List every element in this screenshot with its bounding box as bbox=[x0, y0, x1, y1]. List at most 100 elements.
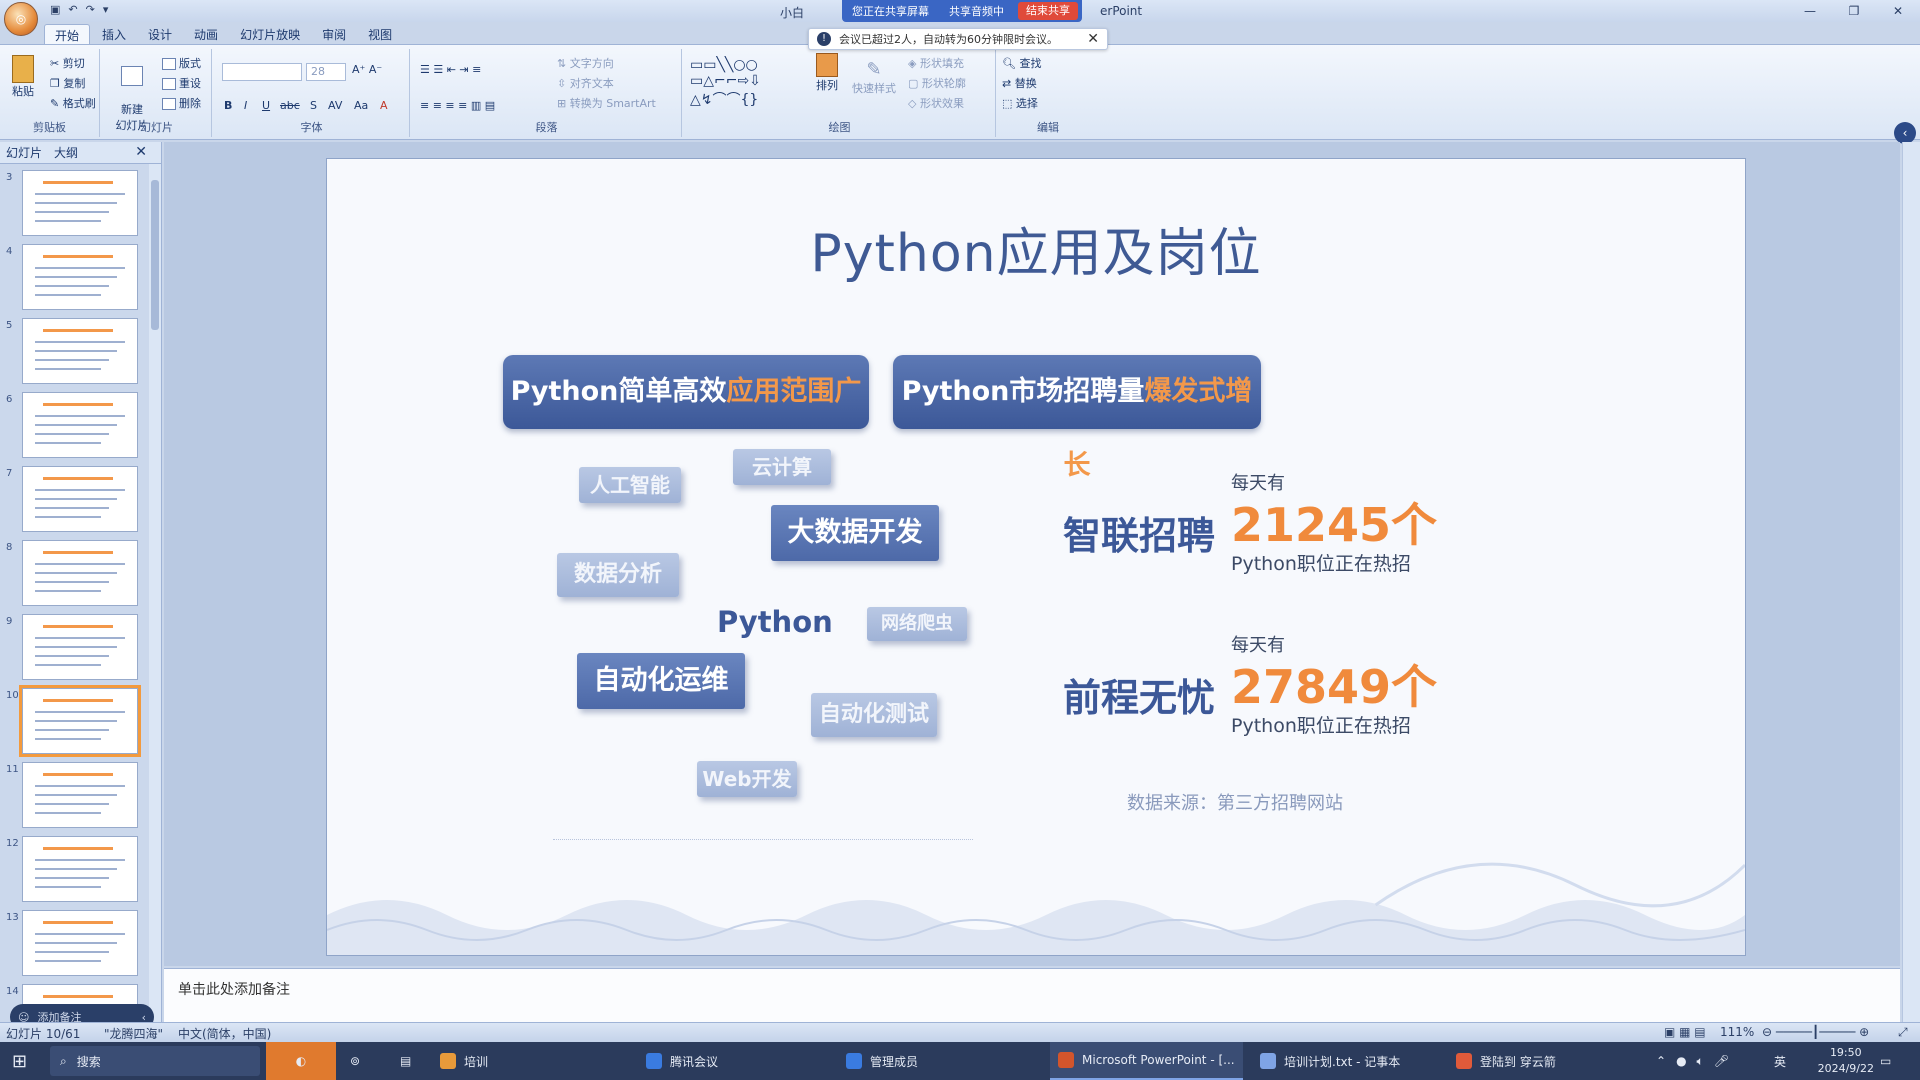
slide-thumbnail-row[interactable]: 4 bbox=[0, 244, 150, 314]
slide-thumbnail[interactable] bbox=[22, 910, 138, 976]
reset-button[interactable]: 重设 bbox=[162, 75, 201, 91]
view-buttons[interactable]: ▣ ▦ ▤ bbox=[1664, 1025, 1706, 1039]
undo-icon[interactable]: ↶ bbox=[68, 3, 77, 16]
network-icon[interactable]: ● bbox=[1676, 1054, 1686, 1068]
font-size-input[interactable]: 28 bbox=[306, 63, 346, 81]
start-button[interactable]: ⊞ bbox=[12, 1042, 27, 1080]
office-button[interactable]: ◎ bbox=[4, 2, 38, 36]
quick-styles-button[interactable]: ✎ 快速样式 bbox=[850, 59, 898, 96]
paste-button[interactable]: 粘贴 bbox=[8, 55, 38, 99]
slide-thumbnail-row[interactable]: 7 bbox=[0, 466, 150, 536]
slide-thumbnail-row[interactable]: 3 bbox=[0, 170, 150, 240]
change-case-button[interactable]: Aa bbox=[354, 99, 368, 112]
cut-button[interactable]: ✂ 剪切 bbox=[50, 55, 85, 71]
customize-qat-icon[interactable]: ▾ bbox=[103, 3, 109, 16]
browser-icon[interactable]: ⊚ bbox=[350, 1042, 360, 1080]
spacing-button[interactable]: AV bbox=[328, 99, 342, 112]
underline-button[interactable]: U bbox=[262, 99, 270, 112]
slide-thumbnail-row[interactable]: 12 bbox=[0, 836, 150, 906]
tab-design[interactable]: 设计 bbox=[138, 24, 182, 46]
panel-close-icon[interactable]: ✕ bbox=[129, 144, 153, 160]
delete-slide-button[interactable]: 删除 bbox=[162, 95, 201, 111]
grow-font-icon[interactable]: A⁺ A⁻ bbox=[352, 63, 382, 76]
mic-icon[interactable]: 🎤︎ bbox=[1714, 1054, 1729, 1068]
notes-pane[interactable]: 单击此处添加备注 bbox=[164, 968, 1900, 1022]
shape-fill-button[interactable]: ◈ 形状填充 bbox=[908, 55, 964, 71]
select-button[interactable]: ⬚ 选择 bbox=[1002, 95, 1038, 111]
slide-thumbnail[interactable] bbox=[22, 392, 138, 458]
panel-scrollbar[interactable] bbox=[149, 164, 161, 1022]
taskbar-app-chuanyunjian[interactable]: 登陆到 穿云箭 bbox=[1456, 1042, 1556, 1080]
slide-thumbnail-row[interactable]: 5 bbox=[0, 318, 150, 388]
tray-expand-icon[interactable]: ⌃ bbox=[1656, 1054, 1666, 1068]
close-button[interactable]: ✕ bbox=[1876, 0, 1920, 22]
volume-icon[interactable]: 🔈︎ bbox=[1697, 1054, 1704, 1069]
pinned-app-icon[interactable]: ◐ bbox=[266, 1042, 336, 1080]
slide-thumbnail[interactable] bbox=[22, 170, 138, 236]
taskbar-app-notepad[interactable]: 培训计划.txt - 记事本 bbox=[1260, 1042, 1400, 1080]
copy-button[interactable]: ❐ 复制 bbox=[50, 75, 85, 91]
slide-thumbnail[interactable] bbox=[22, 244, 138, 310]
font-color-button[interactable]: A bbox=[380, 99, 388, 112]
tab-view[interactable]: 视图 bbox=[358, 24, 402, 46]
slide-thumbnail[interactable] bbox=[22, 466, 138, 532]
slide-thumbnail[interactable] bbox=[22, 836, 138, 902]
bold-button[interactable]: B bbox=[224, 99, 232, 112]
tab-slideshow[interactable]: 幻灯片放映 bbox=[230, 24, 310, 46]
shape-outline-button[interactable]: ▢ 形状轮廓 bbox=[908, 75, 966, 91]
tab-outline[interactable]: 大纲 bbox=[48, 144, 84, 161]
shadow-button[interactable]: S bbox=[310, 99, 317, 112]
slide-thumbnail-row[interactable]: 11 bbox=[0, 762, 150, 832]
tab-home[interactable]: 开始 bbox=[44, 24, 91, 46]
tab-slides[interactable]: 幻灯片 bbox=[0, 144, 48, 161]
slide-thumbnail[interactable] bbox=[19, 685, 141, 757]
slide-canvas[interactable]: Python应用及岗位 Python简单高效应用范围广 Python市场招聘量爆… bbox=[326, 158, 1746, 956]
zoom-level[interactable]: 111% bbox=[1720, 1025, 1754, 1039]
taskbar-app-manage-members[interactable]: 管理成员 bbox=[846, 1042, 918, 1080]
tab-animation[interactable]: 动画 bbox=[184, 24, 228, 46]
minimize-button[interactable]: — bbox=[1788, 0, 1832, 22]
find-button[interactable]: 🔍︎ 查找 bbox=[1002, 55, 1041, 71]
arrange-button[interactable]: 排列 bbox=[812, 53, 842, 93]
shapes-gallery[interactable]: ▭▭╲╲○○ ▭△⌐⌐⇨⇩ △↯⌒⌒{} bbox=[690, 57, 761, 109]
slide-thumbnail[interactable] bbox=[22, 614, 138, 680]
language-status[interactable]: 中文(简体，中国) bbox=[178, 1025, 271, 1042]
notification-icon[interactable]: ▭ bbox=[1880, 1042, 1891, 1080]
slide-thumbnail[interactable] bbox=[22, 762, 138, 828]
tab-review[interactable]: 审阅 bbox=[312, 24, 356, 46]
layout-button[interactable]: 版式 bbox=[162, 55, 201, 71]
redo-icon[interactable]: ↷ bbox=[86, 3, 95, 16]
end-share-button[interactable]: 结束共享 bbox=[1018, 2, 1078, 20]
format-painter-button[interactable]: ✎ 格式刷 bbox=[50, 95, 96, 111]
slide-thumbnail[interactable] bbox=[22, 540, 138, 606]
collapse-panel-icon[interactable]: ‹ bbox=[1894, 122, 1916, 144]
ime-indicator[interactable]: 英 bbox=[1774, 1042, 1786, 1080]
taskview-icon[interactable]: ▤ bbox=[400, 1042, 411, 1080]
slide-thumbnail-row[interactable]: 10 bbox=[0, 685, 150, 758]
italic-button[interactable]: I bbox=[244, 99, 247, 112]
maximize-button[interactable]: ❐ bbox=[1832, 0, 1876, 22]
save-icon[interactable]: ▣ bbox=[50, 3, 60, 16]
fit-window-icon[interactable]: ⤢ bbox=[1898, 1025, 1908, 1040]
zoom-slider[interactable]: ⊖ ─────┃───── ⊕ bbox=[1762, 1025, 1869, 1039]
font-name-input[interactable] bbox=[222, 63, 302, 81]
bullets-icon[interactable]: ☰ ☰ ⇤ ⇥ ≡ bbox=[420, 63, 481, 76]
slide-thumbnail-row[interactable]: 6 bbox=[0, 392, 150, 462]
slide-thumbnail-row[interactable]: 13 bbox=[0, 910, 150, 980]
text-direction-button[interactable]: ⇅ 文字方向 bbox=[557, 55, 614, 71]
tab-insert[interactable]: 插入 bbox=[92, 24, 136, 46]
align-text-button[interactable]: ⇳ 对齐文本 bbox=[557, 75, 614, 91]
slide-thumbnail-row[interactable]: 8 bbox=[0, 540, 150, 610]
align-icons[interactable]: ≡ ≡ ≡ ≡ ▥ ▤ bbox=[420, 99, 495, 112]
taskbar-search[interactable]: ⌕ 搜索 bbox=[50, 1046, 260, 1076]
replace-button[interactable]: ⇄ 替换 bbox=[1002, 75, 1037, 91]
taskbar-app-powerpoint[interactable]: Microsoft PowerPoint - [... bbox=[1050, 1042, 1243, 1080]
taskbar-app-tencent-meeting[interactable]: 腾讯会议 bbox=[646, 1042, 718, 1080]
clock[interactable]: 19:50 2024/9/22 bbox=[1818, 1045, 1874, 1077]
panel-scroll-thumb[interactable] bbox=[151, 180, 159, 330]
slide-thumbnail[interactable] bbox=[22, 318, 138, 384]
notice-close-icon[interactable]: ✕ bbox=[1087, 31, 1099, 47]
system-tray[interactable]: ⌃ ● 🔈︎ 🎤︎ bbox=[1656, 1042, 1729, 1080]
strikethrough-button[interactable]: abc bbox=[280, 99, 300, 112]
share-audio-button[interactable]: 共享音频中 bbox=[939, 3, 1014, 19]
